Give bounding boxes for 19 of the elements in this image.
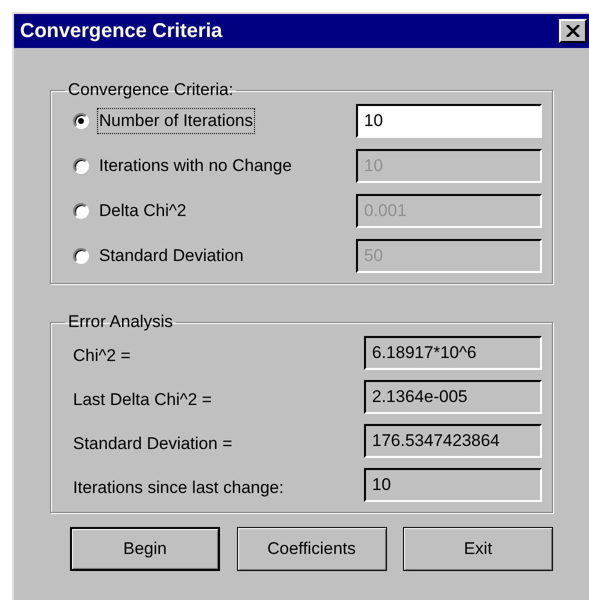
dialog-button[interactable]: Exit	[403, 527, 553, 571]
field-label: Standard Deviation =	[73, 433, 232, 454]
close-icon	[566, 25, 580, 37]
radio-button[interactable]	[73, 113, 89, 129]
dialog-button[interactable]: Coefficients	[236, 527, 386, 571]
window-title: Convergence Criteria	[20, 20, 222, 42]
field-label: Chi^2 =	[73, 345, 131, 366]
output-field[interactable]: 176.5347423864	[364, 424, 542, 458]
close-button[interactable]	[559, 19, 587, 43]
group-title: Convergence Criteria:	[67, 80, 234, 100]
group-title: Error Analysis	[67, 312, 174, 332]
output-field[interactable]: 2.1364e-005	[364, 380, 542, 414]
field-label: Iterations since last change:	[73, 477, 284, 498]
output-field[interactable]: 6.18917*10^6	[364, 336, 542, 370]
field-label: Last Delta Chi^2 =	[73, 389, 212, 410]
input-field[interactable]: 10	[356, 104, 542, 138]
output-field[interactable]: 10	[364, 468, 542, 502]
dialog-button[interactable]: Begin	[70, 527, 220, 571]
option-label[interactable]: Number of Iterations	[97, 108, 256, 134]
